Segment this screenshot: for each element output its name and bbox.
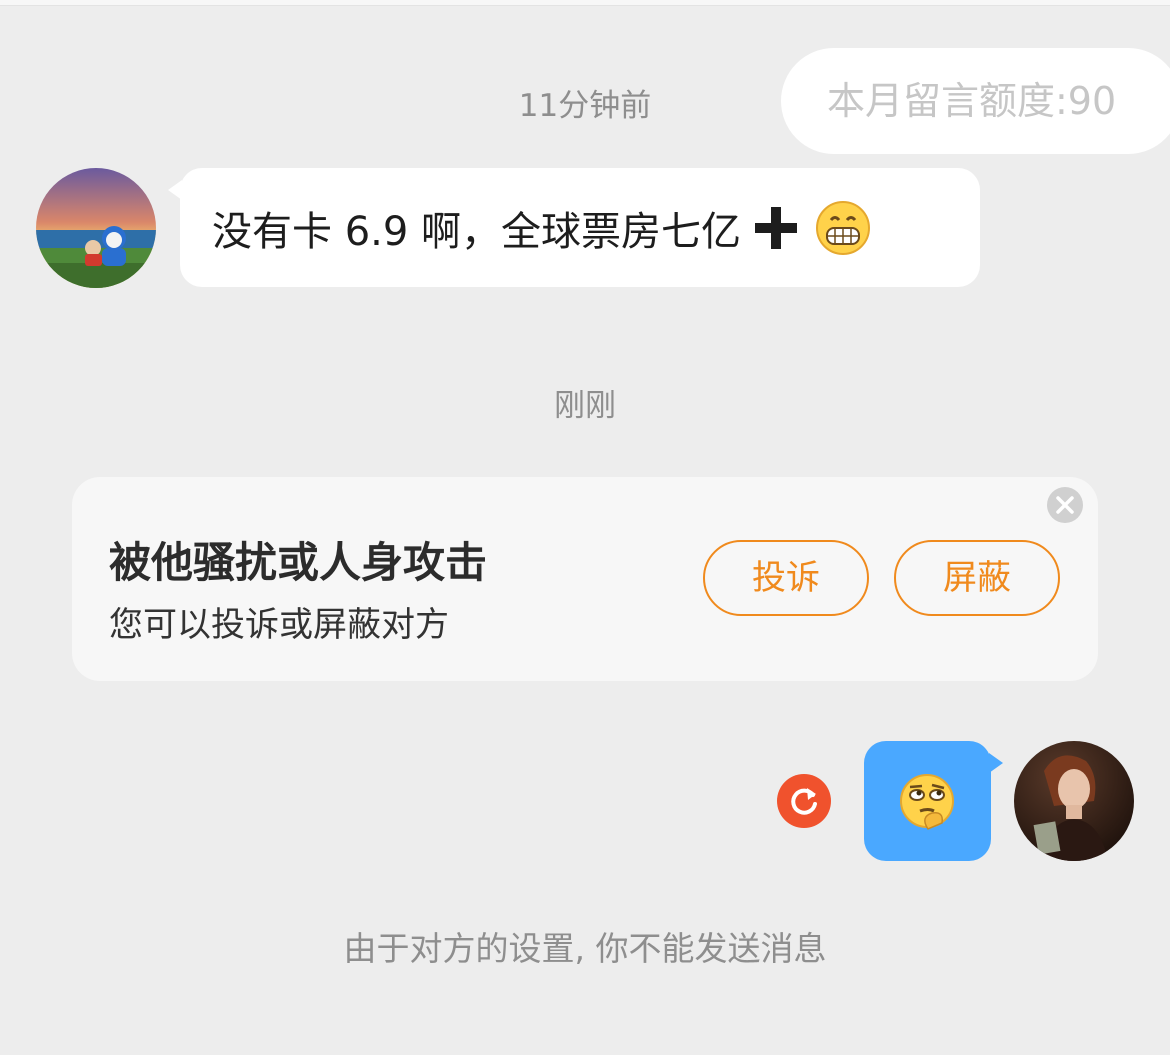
grinning-face-emoji: [816, 200, 871, 255]
timestamp: 刚刚: [554, 388, 616, 424]
timestamp: 11分钟前: [518, 88, 652, 124]
bubble-tail: [989, 753, 1003, 773]
warning-subtitle: 您可以投诉或屏蔽对方: [109, 605, 449, 645]
cannot-send-notice: 由于对方的设置, 你不能发送消息: [343, 929, 827, 968]
bubble-tail: [168, 180, 182, 200]
incoming-message-text: 没有卡 6.9 啊，全球票房七亿: [212, 208, 742, 255]
block-button[interactable]: 屏蔽: [894, 540, 1060, 616]
heavy-plus-icon: [755, 206, 798, 249]
close-icon[interactable]: [1047, 487, 1083, 523]
incoming-message-bubble[interactable]: 没有卡 6.9 啊，全球票房七亿: [168, 168, 980, 287]
my-avatar[interactable]: [1014, 741, 1134, 861]
outgoing-message-bubble[interactable]: [864, 741, 1003, 861]
sender-avatar[interactable]: [36, 168, 156, 288]
resend-icon[interactable]: [777, 774, 831, 828]
report-button[interactable]: 投诉: [703, 540, 869, 616]
harassment-warning-card: 被他骚扰或人身攻击 您可以投诉或屏蔽对方 投诉 屏蔽: [72, 477, 1098, 681]
warning-title: 被他骚扰或人身攻击: [109, 538, 488, 587]
thinking-eye-roll-emoji: [900, 774, 954, 830]
top-divider: [0, 0, 1170, 6]
